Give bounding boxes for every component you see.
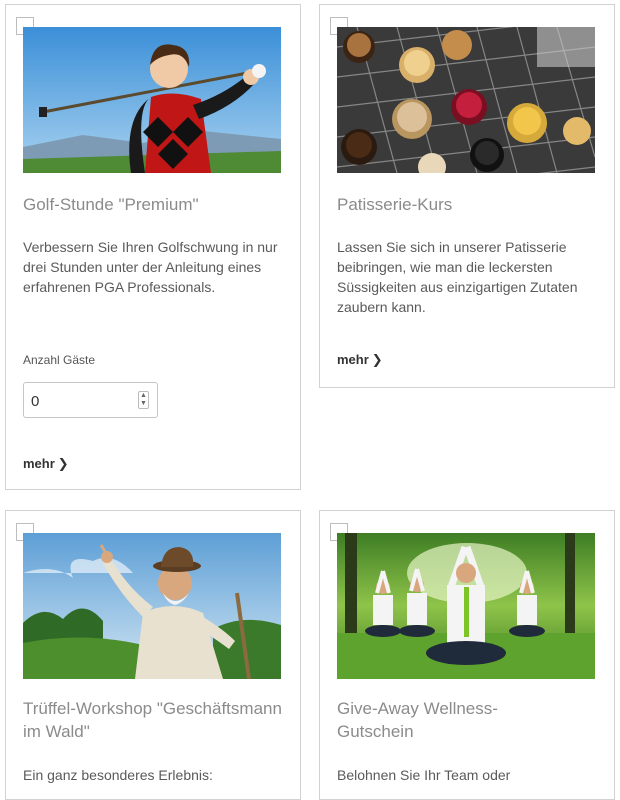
card-title: Give-Away Wellness-Gutschein	[337, 699, 498, 741]
card-description: Ein ganz besonderes Erlebnis:	[23, 767, 213, 783]
guests-quantity-stepper[interactable]: ▲▼	[23, 382, 158, 418]
card-title: Trüffel-Workshop "Geschäftsmann im Wald"	[23, 699, 282, 741]
more-link[interactable]: mehr ❯	[23, 456, 69, 472]
chevron-right-icon: ❯	[57, 456, 69, 471]
card-description: Lassen Sie sich in unserer Patisserie be…	[337, 239, 578, 315]
card-title: Golf-Stunde "Premium"	[23, 195, 199, 214]
card-title: Patisserie-Kurs	[337, 195, 453, 214]
card-golf: Golf-Stunde "Premium" Verbessern Sie Ihr…	[5, 4, 301, 490]
yoga-group-image	[337, 533, 595, 679]
guests-label: Anzahl Gäste	[23, 353, 96, 367]
old-man-forest-image	[23, 533, 281, 679]
more-label: mehr	[337, 352, 369, 367]
card-wellness: Give-Away Wellness-Gutschein Belohnen Si…	[319, 510, 615, 800]
card-patisserie: Patisserie-Kurs Lassen Sie sich in unser…	[319, 4, 615, 388]
card-description: Verbessern Sie Ihren Golfschwung in nur …	[23, 239, 278, 295]
more-link[interactable]: mehr ❯	[337, 352, 383, 368]
card-description: Belohnen Sie Ihr Team oder	[337, 767, 511, 783]
golfer-image	[23, 27, 281, 173]
more-label: mehr	[23, 456, 55, 471]
spinner-arrows-icon[interactable]: ▲ ▼	[138, 391, 149, 409]
chevron-right-icon: ❯	[371, 352, 383, 367]
pralines-image	[337, 27, 595, 173]
card-trueffel: Trüffel-Workshop "Geschäftsmann im Wald"…	[5, 510, 301, 800]
guests-input[interactable]	[29, 389, 128, 413]
